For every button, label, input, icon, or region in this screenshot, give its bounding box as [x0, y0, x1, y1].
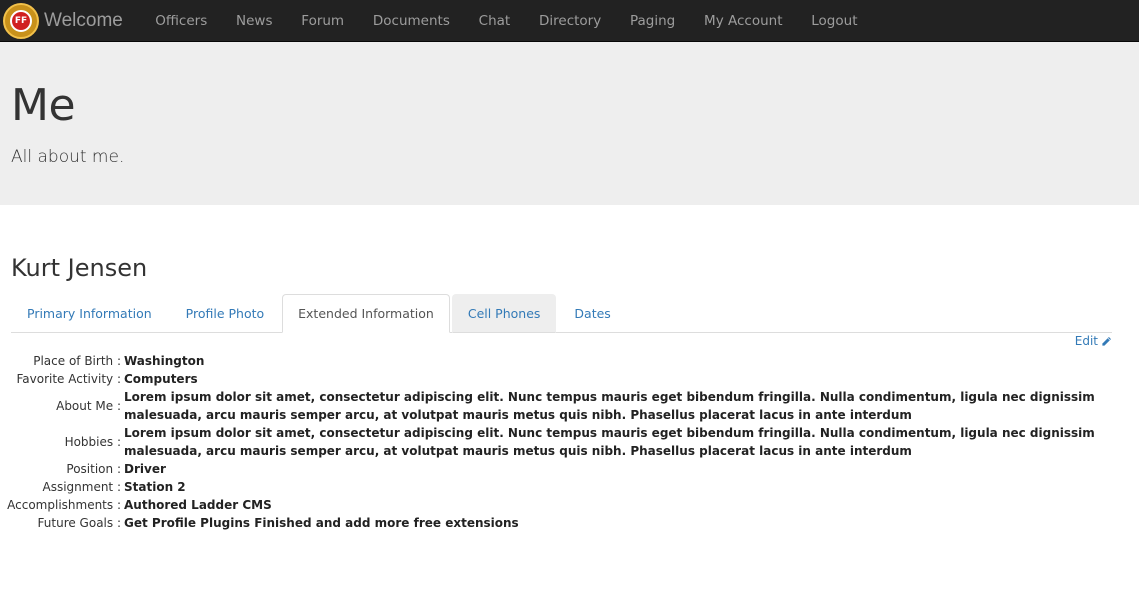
field-label: Accomplishments :	[7, 498, 121, 512]
tab-profile-photo[interactable]: Profile Photo	[170, 294, 281, 333]
pencil-icon	[1102, 336, 1111, 346]
field-row-assignment: Assignment : Station 2	[0, 478, 1139, 496]
nav-link-documents[interactable]: Documents	[358, 0, 464, 42]
field-value: Lorem ipsum dolor sit amet, consectetur …	[124, 426, 1095, 458]
nav-link-paging[interactable]: Paging	[616, 0, 690, 42]
field-row-favorite-activity: Favorite Activity : Computers	[0, 370, 1139, 388]
field-row-about-me: About Me : Lorem ipsum dolor sit amet, c…	[0, 388, 1139, 424]
field-value: Get Profile Plugins Finished and add mor…	[124, 516, 519, 530]
nav-link-news[interactable]: News	[222, 0, 287, 42]
field-label: Assignment :	[42, 480, 121, 494]
edit-label[interactable]: Edit	[1075, 334, 1098, 348]
field-row-position: Position : Driver	[0, 460, 1139, 478]
extended-information-list: Place of Birth : Washington Favorite Act…	[0, 352, 1139, 532]
top-navbar: FF Welcome Officers News Forum Documents…	[0, 0, 1139, 42]
profile-name: Kurt Jensen	[11, 254, 148, 282]
nav-links: Officers News Forum Documents Chat Direc…	[141, 0, 872, 42]
brand-title[interactable]: Welcome	[44, 10, 123, 32]
field-label: About Me :	[56, 399, 121, 413]
field-label: Hobbies :	[64, 435, 121, 449]
page-subtitle: All about me.	[11, 147, 125, 167]
fire-department-logo: FF	[3, 2, 39, 39]
tab-extended-information[interactable]: Extended Information	[282, 294, 450, 333]
nav-link-forum[interactable]: Forum	[287, 0, 359, 42]
tab-primary-information[interactable]: Primary Information	[11, 294, 168, 333]
nav-link-logout[interactable]: Logout	[797, 0, 872, 42]
field-value: Computers	[124, 372, 198, 386]
tab-cell-phones[interactable]: Cell Phones	[451, 294, 557, 333]
field-label: Position :	[66, 462, 121, 476]
edit-link[interactable]: Edit	[1075, 334, 1112, 348]
nav-link-chat[interactable]: Chat	[464, 0, 524, 42]
nav-link-my-account[interactable]: My Account	[690, 0, 797, 42]
page-title: Me	[11, 80, 76, 131]
field-row-future-goals: Future Goals : Get Profile Plugins Finis…	[0, 514, 1139, 532]
field-value: Station 2	[124, 480, 186, 494]
nav-link-directory[interactable]: Directory	[525, 0, 616, 42]
brand-link[interactable]: FF Welcome	[0, 0, 141, 42]
field-value: Authored Ladder CMS	[124, 498, 272, 512]
field-value: Lorem ipsum dolor sit amet, consectetur …	[124, 390, 1095, 422]
logo-text: FF	[10, 9, 32, 32]
jumbotron: Me All about me.	[0, 42, 1139, 205]
tab-dates[interactable]: Dates	[558, 294, 626, 333]
field-value: Driver	[124, 462, 166, 476]
field-value: Washington	[124, 354, 205, 368]
field-label: Future Goals :	[37, 516, 121, 530]
field-row-accomplishments: Accomplishments : Authored Ladder CMS	[0, 496, 1139, 514]
field-row-hobbies: Hobbies : Lorem ipsum dolor sit amet, co…	[0, 424, 1139, 460]
field-label: Place of Birth :	[33, 354, 121, 368]
nav-link-officers[interactable]: Officers	[141, 0, 222, 42]
field-row-place-of-birth: Place of Birth : Washington	[0, 352, 1139, 370]
field-label: Favorite Activity :	[16, 372, 121, 386]
profile-tabs: Primary Information Profile Photo Extend…	[11, 294, 1112, 333]
